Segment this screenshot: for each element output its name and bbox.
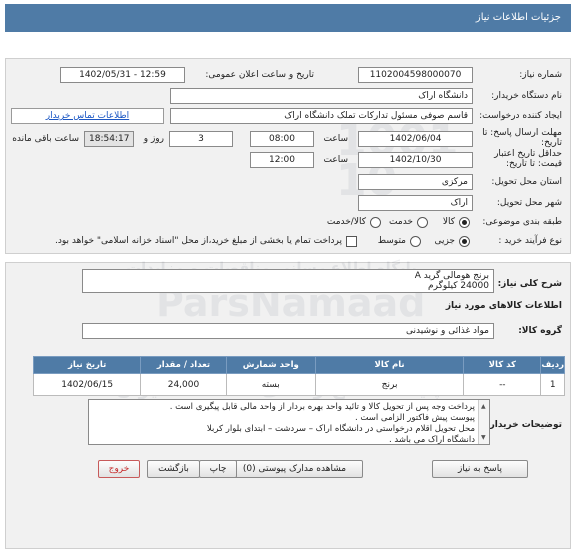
validity-label: حداقل تاریخ اعتبار قیمت: تا تاریخ: [494,149,562,169]
process-row: نوع فرآیند خرید : جزیی متوسط پرداخت تمام… [6,233,570,253]
validity-time-label: ساعت [323,155,349,165]
summary-line-1: برنج هومالی گرید A [414,271,489,281]
group-label: گروه کالا: [518,326,562,336]
province-row: استان محل تحویل: مرکزی [6,174,570,194]
deadline-days-label: روز و [143,134,164,144]
reply-button[interactable]: پاسخ به نیاز [432,460,528,478]
deadline-time-label: ساعت [323,134,349,144]
back-button[interactable]: بازگشت [147,460,200,478]
deadline-time: 08:00 [250,131,314,147]
buyer-contact-box[interactable]: اطلاعات تماس خریدار [11,108,164,124]
province-value: مرکزی [358,174,473,190]
cell-name: برنج [314,373,465,396]
validity-time: 12:00 [250,152,314,168]
category-service-radio[interactable] [417,217,428,228]
buyer-contact-link[interactable]: اطلاعات تماس خریدار [46,111,129,121]
category-both-radio[interactable] [370,217,381,228]
deadline-remaining-label: ساعت باقی مانده [12,134,79,144]
col-date-header: تاریخ نیاز [32,356,142,374]
process-medium-radio[interactable] [410,236,421,247]
items-panel: پایگاه اطلاع رسانی مناقصات و مزایدات Par… [5,259,571,549]
summary-box: برنج هومالی گرید A 24000 کیلوگرم [82,269,494,293]
category-goods-radio[interactable] [459,217,470,228]
category-service-label: خدمت [389,217,413,227]
validity-date: 1402/10/30 [358,152,473,168]
notes-label: توضیحات خریدار: [486,420,562,430]
deadline-row: مهلت ارسال پاسخ: تا تاریخ: 1402/06/04 سا… [6,128,570,151]
col-code-header: کد کالا [463,356,542,374]
notes-line-2: پیوست پیش فاکتور الزامی است . [354,413,475,423]
deadline-date: 1402/06/04 [358,131,473,147]
table-header-row: ردیف کد کالا نام کالا واحد شمارش تعداد /… [32,356,565,374]
category-label: طبقه بندی موضوعی: [482,217,562,227]
creator-label: ایجاد کننده درخواست: [479,111,562,121]
col-unit-header: واحد شمارش [225,356,316,374]
page-title: جزئیات اطلاعات نیاز [475,12,561,23]
col-name-header: نام کالا [314,356,465,374]
deadline-remaining: 18:54:17 [84,131,134,147]
creator-row: ایجاد کننده درخواست: قاسم صوفی مسئول تدا… [6,108,570,128]
col-row-header: ردیف [540,356,565,374]
city-label: شهر محل تحویل: [496,198,562,208]
city-value: اراک [358,195,473,211]
page-header: جزئیات اطلاعات نیاز [5,4,571,32]
notes-scrollbar[interactable] [478,400,489,444]
view-attachments-button[interactable]: مشاهده مدارک پیوستی (0) [226,460,363,478]
cell-date: 1402/06/15 [32,373,142,396]
creator-value: قاسم صوفی مسئول تدارکات تملک دانشگاه ارا… [170,108,473,124]
validity-row: حداقل تاریخ اعتبار قیمت: تا تاریخ: 1402/… [6,149,570,172]
items-table: ردیف کد کالا نام کالا واحد شمارش تعداد /… [32,356,565,396]
exit-button[interactable]: خروج [98,460,140,478]
need-number-label: شماره نیاز: [519,70,562,80]
print-button[interactable]: چاپ [199,460,237,478]
buyer-value: دانشگاه اراک [170,88,473,104]
process-medium-label: متوسط [377,236,406,246]
summary-line-2: 24000 کیلوگرم [428,281,489,291]
cell-unit: بسته [225,373,316,396]
table-row: 1 -- برنج بسته 24,000 1402/06/15 [32,373,565,396]
deadline-label: مهلت ارسال پاسخ: تا تاریخ: [482,128,562,148]
process-partial-label: جزیی [434,236,455,246]
province-label: استان محل تحویل: [491,177,562,187]
buyer-label: نام دستگاه خریدار: [491,91,562,101]
deadline-days: 3 [169,131,233,147]
need-details-panel: 100110 شماره نیاز: 1102004598000070 تاری… [5,58,571,254]
buyer-row: نام دستگاه خریدار: دانشگاه اراک [6,88,570,108]
need-number-row: شماره نیاز: 1102004598000070 تاریخ و ساع… [6,67,570,87]
category-row: طبقه بندی موضوعی: کالا خدمت کالا/خدمت [6,214,570,234]
announce-value: 1402/05/31 - 12:59 [60,67,185,83]
process-label: نوع فرآیند خرید : [498,236,562,246]
announce-label: تاریخ و ساعت اعلان عمومی: [205,70,314,80]
notes-line-1: پرداخت وجه پس از تحویل کالا و تائید واحد… [169,402,475,412]
cell-qty: 24,000 [140,373,227,396]
notes-box[interactable]: پرداخت وجه پس از تحویل کالا و تائید واحد… [88,399,490,445]
items-section-title: اطلاعات کالاهای مورد نیاز [445,301,562,311]
group-value: مواد غذائی و نوشیدنی [82,323,494,339]
notes-line-3: محل تحویل اقلام درخواستی در دانشگاه اراک… [206,424,475,434]
summary-label: شرح کلی نیاز: [497,279,562,289]
notes-line-4: دانشگاه اراک می باشد . [389,435,475,445]
category-goods-label: کالا [442,217,455,227]
need-number-value: 1102004598000070 [358,67,473,83]
treasury-payment-note: پرداخت تمام یا بخشی از مبلغ خرید،از محل … [54,236,342,246]
col-qty-header: تعداد / مقدار [140,356,227,374]
city-row: شهر محل تحویل: اراک [6,195,570,215]
cell-code: -- [463,373,542,396]
category-both-label: کالا/خدمت [326,217,366,227]
process-partial-radio[interactable] [459,236,470,247]
cell-row: 1 [540,373,565,396]
treasury-payment-checkbox[interactable] [346,236,357,247]
